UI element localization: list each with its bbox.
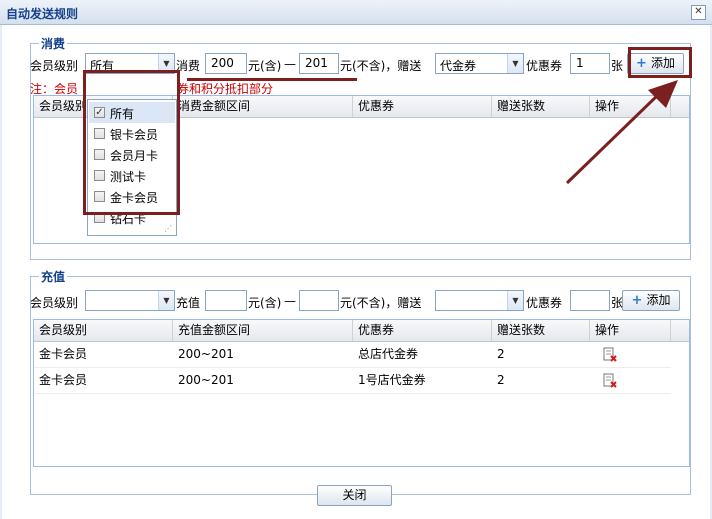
annotation-arrow-icon	[565, 80, 678, 185]
